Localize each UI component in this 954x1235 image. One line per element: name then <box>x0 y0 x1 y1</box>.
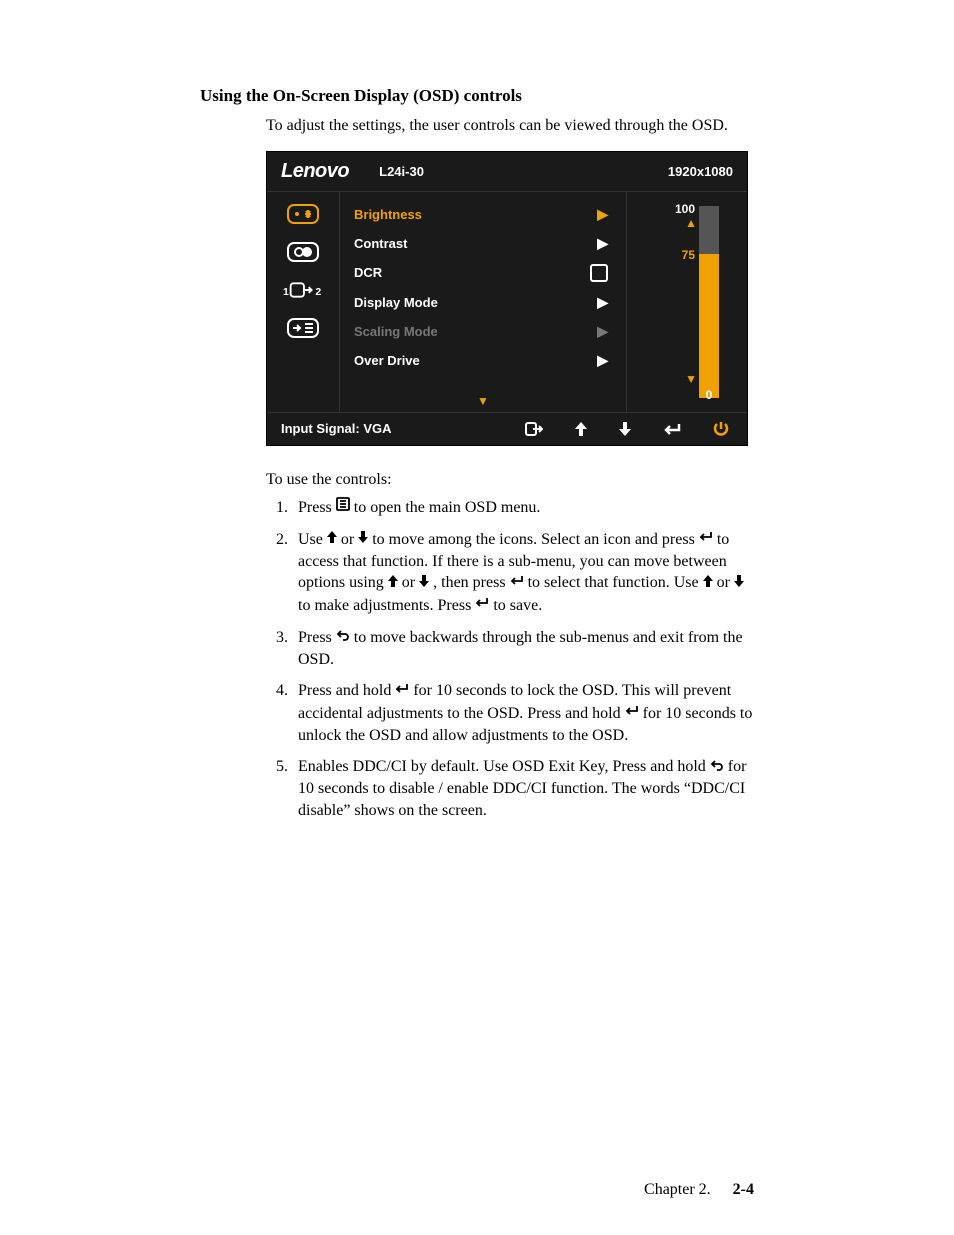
menu-item-display-mode[interactable]: Display Mode ▶ <box>340 288 626 317</box>
intro-text: To adjust the settings, the user control… <box>266 116 754 137</box>
submenu-arrow-icon: ▶ <box>597 294 608 311</box>
decrease-caret-icon: ▼ <box>685 372 697 386</box>
up-arrow-icon <box>388 572 398 594</box>
submenu-arrow-icon: ▶ <box>597 352 608 369</box>
osd-header: Lenovo L24i-30 1920x1080 <box>267 152 747 192</box>
scale-fill <box>699 254 719 398</box>
menu-label: Brightness <box>354 207 422 222</box>
osd-panel: Lenovo L24i-30 1920x1080 12 <box>266 151 748 446</box>
svg-text:2: 2 <box>315 287 321 298</box>
menu-item-scaling-mode: Scaling Mode ▶ <box>340 317 626 346</box>
instruction-2: Use or to move among the icons. Select a… <box>292 529 754 617</box>
menu-label: DCR <box>354 265 382 280</box>
instructions-list: Press to open the main OSD menu. Use or … <box>266 497 754 822</box>
scale-current: 75 <box>682 248 695 262</box>
lenovo-logo: Lenovo <box>281 160 349 183</box>
down-arrow-icon <box>358 528 368 550</box>
back-icon <box>710 756 724 778</box>
brightness-category-icon[interactable] <box>283 200 323 228</box>
enter-icon <box>625 702 639 724</box>
menu-label: Contrast <box>354 236 407 251</box>
scale-track <box>699 206 719 398</box>
checkbox-icon <box>590 264 608 282</box>
scale-min: 0 <box>699 388 719 402</box>
osd-resolution: 1920x1080 <box>668 164 733 179</box>
instruction-4: Press and hold for 10 seconds to lock th… <box>292 680 754 746</box>
page-footer: Chapter 2. 2-4 <box>644 1181 754 1199</box>
down-arrow-icon <box>419 572 429 594</box>
enter-icon <box>510 572 524 594</box>
menu-item-dcr[interactable]: DCR <box>340 258 626 288</box>
submenu-arrow-icon: ▶ <box>597 206 608 223</box>
menu-item-brightness[interactable]: Brightness ▶ <box>340 200 626 229</box>
menu-icon <box>336 496 350 518</box>
menu-label: Display Mode <box>354 295 438 310</box>
exit-icon[interactable] <box>525 422 543 436</box>
increase-caret-icon: ▲ <box>685 216 697 230</box>
menu-item-over-drive[interactable]: Over Drive ▶ <box>340 346 626 375</box>
down-arrow-icon[interactable] <box>619 422 631 436</box>
chapter-label: Chapter 2. <box>644 1181 711 1198</box>
scale-max: 100 <box>675 202 695 216</box>
enter-icon <box>395 680 409 702</box>
submenu-arrow-icon: ▶ <box>597 323 608 340</box>
up-arrow-icon[interactable] <box>575 422 587 436</box>
up-arrow-icon <box>327 528 337 550</box>
osd-model: L24i-30 <box>349 164 668 179</box>
osd-menu: Brightness ▶ Contrast ▶ DCR Display Mode… <box>340 192 626 412</box>
osd-footer: Input Signal: VGA <box>267 412 747 445</box>
contrast-category-icon[interactable] <box>283 238 323 266</box>
svg-text:1: 1 <box>283 287 289 298</box>
instructions-lead: To use the controls: <box>266 470 754 491</box>
osd-category-icons: 12 <box>267 192 340 412</box>
up-arrow-icon <box>703 572 713 594</box>
menu-category-icon[interactable] <box>283 314 323 342</box>
enter-icon <box>699 528 713 550</box>
instruction-5: Enables DDC/CI by default. Use OSD Exit … <box>292 756 754 821</box>
submenu-arrow-icon: ▶ <box>597 235 608 252</box>
power-icon[interactable] <box>713 421 729 437</box>
more-items-down-icon: ▼ <box>477 394 489 408</box>
enter-icon[interactable] <box>663 422 681 436</box>
down-arrow-icon <box>734 572 744 594</box>
instruction-3: Press to move backwards through the sub-… <box>292 627 754 671</box>
input-category-icon[interactable]: 12 <box>283 276 323 304</box>
menu-item-contrast[interactable]: Contrast ▶ <box>340 229 626 258</box>
section-title: Using the On-Screen Display (OSD) contro… <box>200 86 754 106</box>
osd-value-scale: 100 ▲ 75 ▼ 0 <box>626 192 747 412</box>
input-signal-label: Input Signal: VGA <box>281 421 402 436</box>
osd-figure: Lenovo L24i-30 1920x1080 12 <box>266 151 754 446</box>
enter-icon <box>475 594 489 616</box>
page-number: 2-4 <box>715 1181 754 1198</box>
menu-label: Over Drive <box>354 353 420 368</box>
instruction-1: Press to open the main OSD menu. <box>292 497 754 519</box>
back-icon <box>336 626 350 648</box>
menu-label: Scaling Mode <box>354 324 438 339</box>
